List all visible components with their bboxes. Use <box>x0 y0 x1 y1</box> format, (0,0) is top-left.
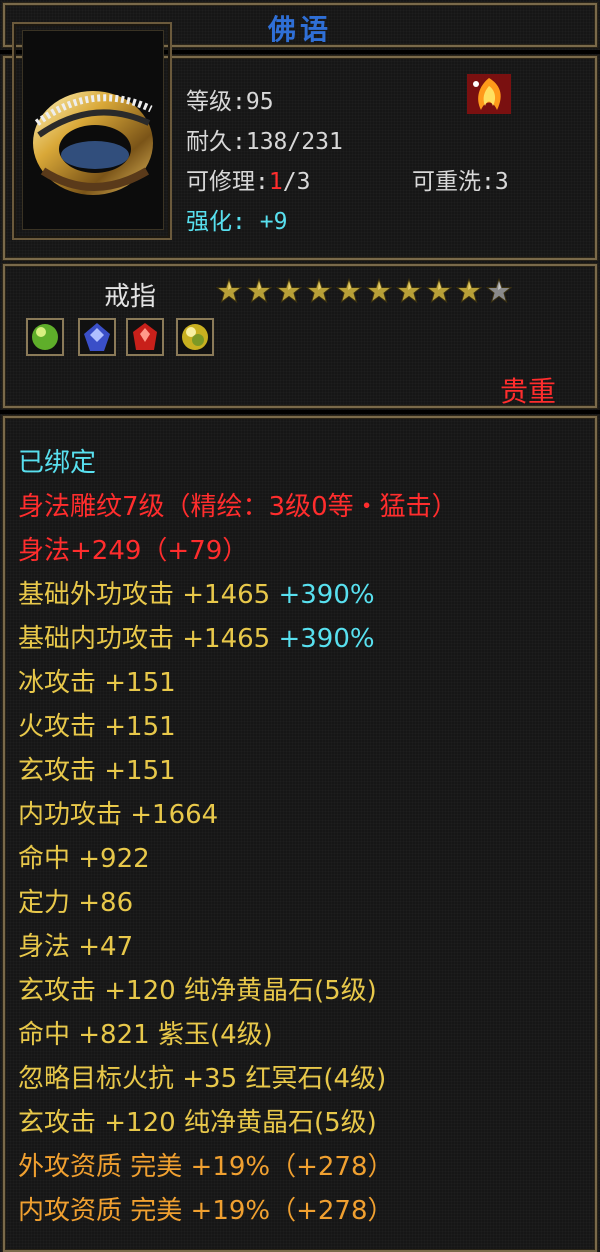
enhance-row: 强化: +9 <box>186 202 287 236</box>
level-label: 等级: <box>186 89 246 115</box>
durability-label: 耐久: <box>186 129 246 155</box>
repair-used: 1 <box>268 169 283 195</box>
enhance-value: +9 <box>259 209 288 235</box>
gem-attr-2: 命中 +821 紫玉(4级) <box>18 1020 273 1050</box>
yellow-gem-icon <box>176 318 214 356</box>
star-filled-icon <box>395 277 423 304</box>
level-value: 95 <box>245 89 274 115</box>
focus-stat: 定力 +86 <box>18 888 134 918</box>
red-gem-icon <box>126 318 164 356</box>
rewash-label: 可重洗: <box>412 169 495 195</box>
star-empty-icon <box>485 277 513 304</box>
quality-ext: 外攻资质 完美 +19%（+278） <box>18 1152 394 1182</box>
enhance-label: 强化: <box>186 209 246 235</box>
rarity-label: 贵重 <box>500 375 557 408</box>
fire-attack: 火攻击 +151 <box>18 712 176 742</box>
agility-stat: 身法 +47 <box>18 932 134 962</box>
ext-base-bonus: +390% <box>278 580 375 610</box>
star-filled-icon <box>425 277 453 304</box>
hit-stat: 命中 +922 <box>18 844 150 874</box>
int-base-bonus: +390% <box>278 624 375 654</box>
engrave-line: 身法雕纹7级（精绘：3级0等・猛击） <box>18 492 458 522</box>
repair-total: /3 <box>282 169 311 195</box>
ext-base-attack: 基础外功攻击 +1465 +390% <box>18 580 375 610</box>
durability-value: 138/231 <box>245 129 343 155</box>
blue-gem-icon <box>78 318 116 356</box>
bound-status: 已绑定 <box>18 448 97 478</box>
rewash-value: 3 <box>494 169 509 195</box>
effect-badge-icon <box>467 74 511 114</box>
repair-row: 可修理:1/3 <box>186 162 310 196</box>
int-base-attack: 基础内功攻击 +1465 +390% <box>18 624 375 654</box>
star-filled-icon <box>365 277 393 304</box>
ice-attack: 冰攻击 +151 <box>18 668 176 698</box>
int-base-value: 基础内功攻击 +1465 <box>18 624 271 654</box>
repair-label: 可修理: <box>186 169 269 195</box>
level-row: 等级:95 <box>186 82 274 116</box>
item-type: 戒指 <box>104 282 157 312</box>
gem-attr-1: 玄攻击 +120 纯净黄晶石(5级) <box>18 976 377 1006</box>
inner-attack: 内功攻击 +1664 <box>18 800 219 830</box>
gem-attr-4: 玄攻击 +120 纯净黄晶石(5级) <box>18 1108 377 1138</box>
agility-line: 身法+249（+79） <box>18 536 249 566</box>
green-gem-icon <box>26 318 64 356</box>
ring-icon <box>22 30 164 230</box>
star-filled-icon <box>455 277 483 304</box>
rewash-row: 可重洗:3 <box>412 162 509 196</box>
star-filled-icon <box>305 277 333 304</box>
quality-int: 内攻资质 完美 +19%（+278） <box>18 1196 394 1226</box>
mystic-attack: 玄攻击 +151 <box>18 756 176 786</box>
star-filled-icon <box>275 277 303 304</box>
durability-row: 耐久:138/231 <box>186 122 343 156</box>
star-filled-icon <box>245 277 273 304</box>
gem-attr-3: 忽略目标火抗 +35 红冥石(4级) <box>18 1064 387 1094</box>
star-filled-icon <box>215 277 243 304</box>
star-filled-icon <box>335 277 363 304</box>
ext-base-value: 基础外功攻击 +1465 <box>18 580 271 610</box>
